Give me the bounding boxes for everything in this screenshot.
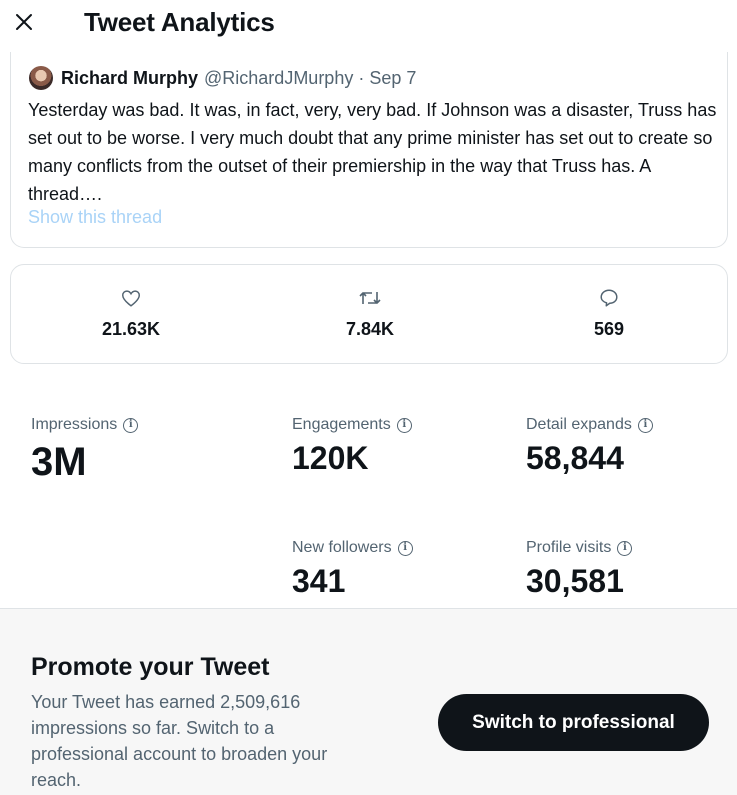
reply-icon — [600, 289, 618, 307]
new-followers-label: New followers — [292, 539, 392, 556]
info-icon[interactable]: i — [637, 417, 653, 433]
promote-title: Promote your Tweet — [31, 653, 270, 681]
likes-metric: 21.63K — [51, 287, 211, 340]
tweet-card[interactable]: Richard Murphy @RichardJMurphy · Sep 7 Y… — [10, 52, 728, 248]
promote-description: Your Tweet has earned 2,509,616 impressi… — [31, 692, 328, 790]
engagements-label: Engagements — [292, 416, 391, 433]
author-handle-date: @RichardJMurphy · Sep 7 — [204, 67, 417, 88]
new-followers-stat: New followers i 341 — [292, 539, 413, 600]
profile-visits-label: Profile visits — [526, 539, 612, 556]
author-name[interactable]: Richard Murphy — [61, 68, 198, 89]
retweets-metric: 7.84K — [290, 287, 450, 340]
impressions-stat: Impressions i 3M — [31, 416, 139, 485]
info-icon[interactable]: i — [397, 540, 413, 556]
page-title: Tweet Analytics — [84, 7, 275, 37]
retweet-icon — [359, 292, 381, 304]
promote-section: Promote your Tweet Your Tweet has earned… — [0, 609, 737, 795]
engagements-value: 120K — [292, 440, 369, 476]
profile-visits-stat: Profile visits i 30,581 — [526, 539, 633, 600]
info-icon[interactable]: i — [617, 540, 633, 556]
switch-to-professional-button[interactable]: Switch to professional — [438, 694, 709, 751]
replies-metric: 569 — [529, 287, 689, 340]
heart-icon — [122, 290, 140, 307]
header: Tweet Analytics — [0, 0, 737, 48]
likes-count: 21.63K — [101, 319, 161, 339]
info-icon[interactable]: i — [123, 417, 139, 433]
avatar[interactable] — [29, 66, 53, 90]
replies-count: 569 — [593, 319, 625, 339]
impressions-label: Impressions — [31, 416, 118, 433]
profile-visits-value: 30,581 — [526, 563, 624, 599]
close-button[interactable] — [8, 6, 40, 38]
info-icon[interactable]: i — [396, 417, 412, 433]
close-icon — [16, 14, 32, 30]
detail-expands-stat: Detail expands i 58,844 — [526, 416, 653, 477]
retweets-count: 7.84K — [345, 319, 395, 339]
show-thread-link[interactable]: Show this thread — [28, 207, 162, 228]
tweet-text: Yesterday was bad. It was, in fact, very… — [28, 100, 717, 204]
impressions-value: 3M — [31, 440, 87, 484]
detail-expands-label: Detail expands — [526, 416, 632, 433]
engagements-stat: Engagements i 120K — [292, 416, 412, 477]
engagement-metrics: 21.63K 7.84K 569 — [10, 264, 728, 364]
new-followers-value: 341 — [292, 563, 346, 599]
tweet-header: Richard Murphy @RichardJMurphy · Sep 7 — [29, 66, 416, 90]
detail-expands-value: 58,844 — [526, 440, 624, 476]
